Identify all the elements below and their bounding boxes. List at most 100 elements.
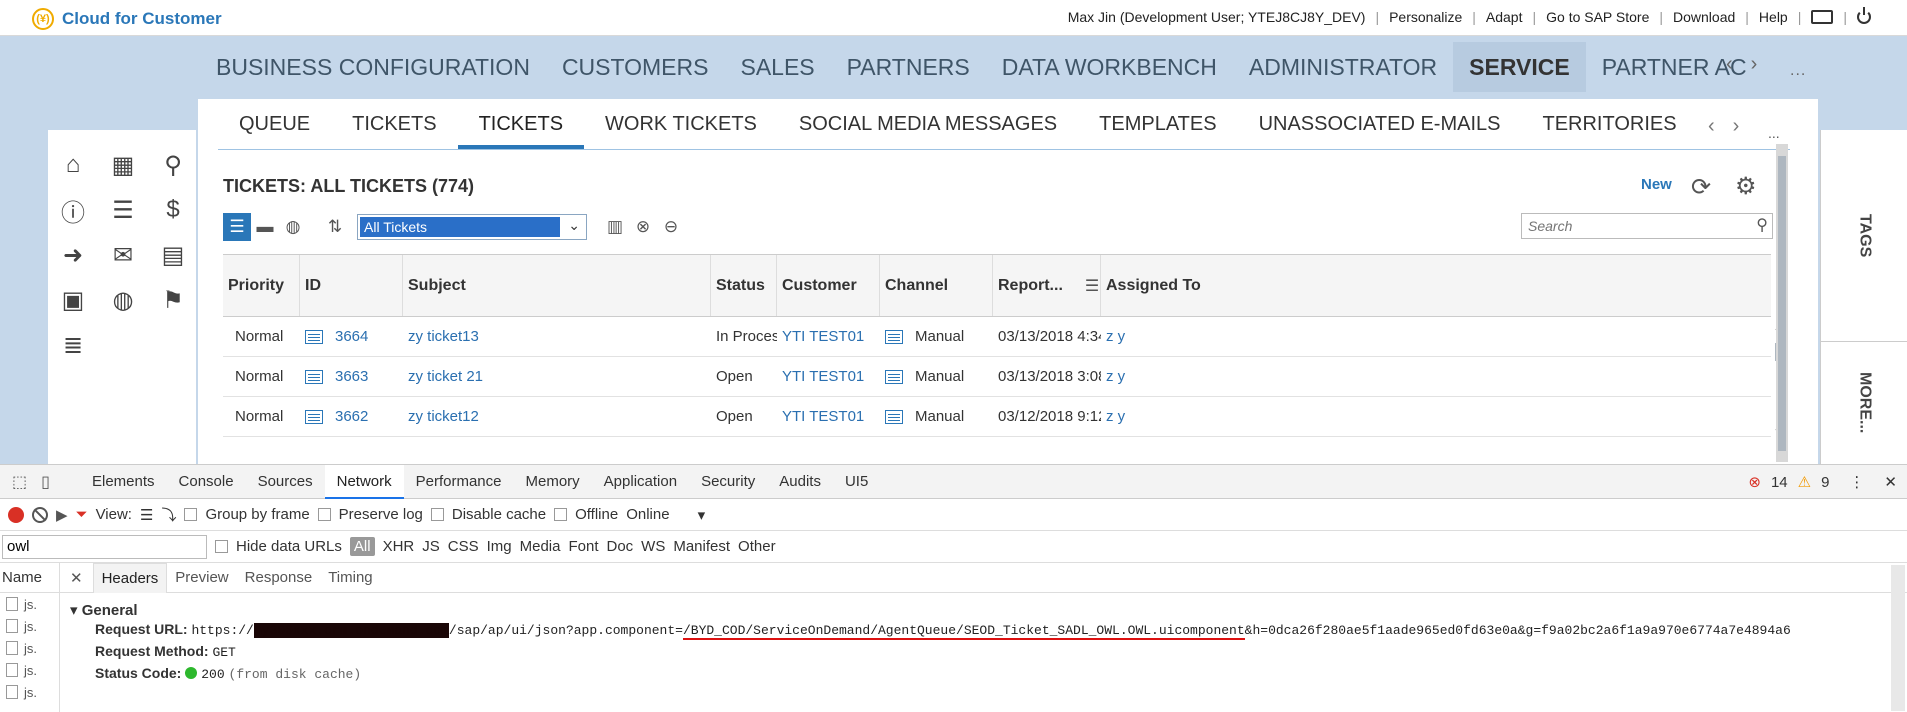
cell-assigned-to[interactable]: z y xyxy=(1101,317,1401,356)
map-icon[interactable]: ⚑ xyxy=(156,283,190,317)
tab-sources[interactable]: Sources xyxy=(246,465,325,499)
error-count[interactable]: 14 xyxy=(1771,474,1788,491)
ticket-id-link[interactable]: 3664 xyxy=(335,328,368,345)
nav-partners[interactable]: PARTNERS xyxy=(831,42,986,92)
list-icon[interactable]: ≣ xyxy=(56,328,90,362)
record-icon[interactable] xyxy=(8,506,24,523)
clear-icon[interactable] xyxy=(32,506,48,523)
tab-elements[interactable]: Elements xyxy=(80,465,167,499)
tab-ui5[interactable]: UI5 xyxy=(833,465,880,499)
ticket-id-link[interactable]: 3662 xyxy=(335,408,368,425)
col-status[interactable]: Status xyxy=(711,255,777,316)
invoice-icon[interactable]: ▣ xyxy=(56,283,90,317)
tab-response[interactable]: Response xyxy=(237,563,321,593)
search-input[interactable] xyxy=(1522,214,1732,238)
type-filter-css[interactable]: CSS xyxy=(448,538,479,555)
filter-funnel-icon[interactable]: ⏷ xyxy=(76,506,88,523)
request-item[interactable]: js. xyxy=(0,615,59,637)
name-column-header[interactable]: Name xyxy=(0,563,59,593)
inspect-element-icon[interactable]: ⬚ xyxy=(12,472,27,492)
col-reported[interactable]: Report... ☰ xyxy=(993,255,1101,316)
columns-icon[interactable]: ▥ xyxy=(601,213,629,241)
nav1-next-icon[interactable]: › xyxy=(1751,53,1758,76)
message-icon[interactable]: ✉ xyxy=(106,238,140,272)
cell-subject[interactable]: zy ticket 21 xyxy=(403,357,711,396)
nav-customers[interactable]: CUSTOMERS xyxy=(546,42,725,92)
type-filter-media[interactable]: Media xyxy=(520,538,561,555)
camera-icon[interactable]: ▶ xyxy=(56,506,68,524)
more-tab[interactable]: MORE... xyxy=(1821,342,1907,464)
tab-tickets-active[interactable]: TICKETS xyxy=(457,100,585,149)
tab-tickets[interactable]: TICKETS xyxy=(331,100,457,149)
panel-scroll-thumb[interactable] xyxy=(1778,156,1786,451)
type-filter-xhr[interactable]: XHR xyxy=(383,538,415,555)
device-toolbar-icon[interactable]: ▯ xyxy=(41,472,50,492)
ticket-document-icon[interactable] xyxy=(305,409,323,424)
request-item[interactable]: js. xyxy=(0,659,59,681)
tab-performance[interactable]: Performance xyxy=(404,465,514,499)
new-button[interactable]: New xyxy=(1641,176,1672,193)
table-row[interactable]: Normal 3662 zy ticket12 Open YTI TEST01 … xyxy=(223,397,1771,437)
nav1-more-icon[interactable]: ... xyxy=(1790,62,1806,80)
map-view-icon[interactable]: ◍ xyxy=(279,213,307,241)
cell-customer[interactable]: YTI TEST01 xyxy=(777,397,880,436)
sap-store-link[interactable]: Go to SAP Store xyxy=(1546,9,1649,25)
tab-application[interactable]: Application xyxy=(592,465,689,499)
settings-gear-icon[interactable]: ⚙ xyxy=(1735,172,1757,201)
col-id[interactable]: ID xyxy=(300,255,403,316)
cell-customer[interactable]: YTI TEST01 xyxy=(777,317,880,356)
hide-data-urls-checkbox[interactable] xyxy=(215,540,228,553)
dollar-icon[interactable]: $ xyxy=(156,193,190,227)
type-filter-all[interactable]: All xyxy=(349,537,375,556)
tab-audits[interactable]: Audits xyxy=(767,465,833,499)
request-item[interactable]: js. xyxy=(0,681,59,703)
col-subject[interactable]: Subject xyxy=(403,255,711,316)
large-rows-icon[interactable]: ☰ xyxy=(140,506,153,524)
adapt-link[interactable]: Adapt xyxy=(1486,9,1523,25)
personalize-link[interactable]: Personalize xyxy=(1389,9,1462,25)
tab-queue[interactable]: QUEUE xyxy=(218,100,331,149)
warning-icon[interactable]: ⚠ xyxy=(1798,473,1811,491)
cell-assigned-to[interactable]: z y xyxy=(1101,397,1401,436)
nav-data-workbench[interactable]: DATA WORKBENCH xyxy=(986,42,1233,92)
col-priority[interactable]: Priority xyxy=(223,255,300,316)
nav-administrator[interactable]: ADMINISTRATOR xyxy=(1233,42,1453,92)
ticket-id-link[interactable]: 3663 xyxy=(335,368,368,385)
waterfall-icon[interactable]: ⤵ xyxy=(161,504,176,525)
cell-customer[interactable]: YTI TEST01 xyxy=(777,357,880,396)
search-field[interactable]: ⚲ xyxy=(1521,213,1773,239)
col-customer[interactable]: Customer xyxy=(777,255,880,316)
tab-headers[interactable]: Headers xyxy=(92,562,168,593)
tab-territories[interactable]: TERRITORIES xyxy=(1521,100,1697,149)
search-icon[interactable]: ⚲ xyxy=(1756,215,1768,235)
nav2-more-icon[interactable]: ... xyxy=(1768,125,1780,141)
type-filter-doc[interactable]: Doc xyxy=(606,538,633,555)
filter-icon[interactable]: ☰ xyxy=(1085,276,1099,296)
list-view-icon[interactable]: ☰ xyxy=(223,213,251,241)
table-row[interactable]: Normal 3663 zy ticket 21 Open YTI TEST01… xyxy=(223,357,1771,397)
cell-subject[interactable]: zy ticket13 xyxy=(403,317,711,356)
tab-unassociated-emails[interactable]: UNASSOCIATED E-MAILS xyxy=(1238,100,1522,149)
brand[interactable]: (¥) Cloud for Customer xyxy=(32,8,222,30)
nav1-prev-icon[interactable]: ‹ xyxy=(1726,53,1733,76)
user-name[interactable]: Max Jin (Development User; YTEJ8CJ8Y_DEV… xyxy=(1068,9,1366,25)
tab-console[interactable]: Console xyxy=(167,465,246,499)
error-icon[interactable]: ⊗ xyxy=(1748,473,1761,491)
help-link[interactable]: Help xyxy=(1759,9,1788,25)
triangle-down-icon[interactable]: ▾ xyxy=(70,602,78,619)
table-row[interactable]: Normal 3664 zy ticket13 In Proces.. YTI … xyxy=(223,317,1771,357)
nav-service[interactable]: SERVICE xyxy=(1453,42,1586,92)
view-selector[interactable]: All Tickets ⌄ xyxy=(357,214,587,240)
type-filter-ws[interactable]: WS xyxy=(641,538,665,555)
type-filter-js[interactable]: JS xyxy=(422,538,440,555)
zoom-search-icon[interactable]: ⊖ xyxy=(657,213,685,241)
tab-memory[interactable]: Memory xyxy=(514,465,592,499)
tags-tab[interactable]: TAGS xyxy=(1821,130,1907,342)
warning-count[interactable]: 9 xyxy=(1821,474,1829,491)
alert-icon[interactable]: ⓘ xyxy=(56,193,90,227)
request-item[interactable]: js. xyxy=(0,637,59,659)
home-icon[interactable]: ⌂ xyxy=(56,148,90,182)
preserve-log-checkbox[interactable] xyxy=(317,508,331,521)
tab-preview[interactable]: Preview xyxy=(167,563,236,593)
calendar-icon[interactable]: ▦ xyxy=(106,148,140,182)
